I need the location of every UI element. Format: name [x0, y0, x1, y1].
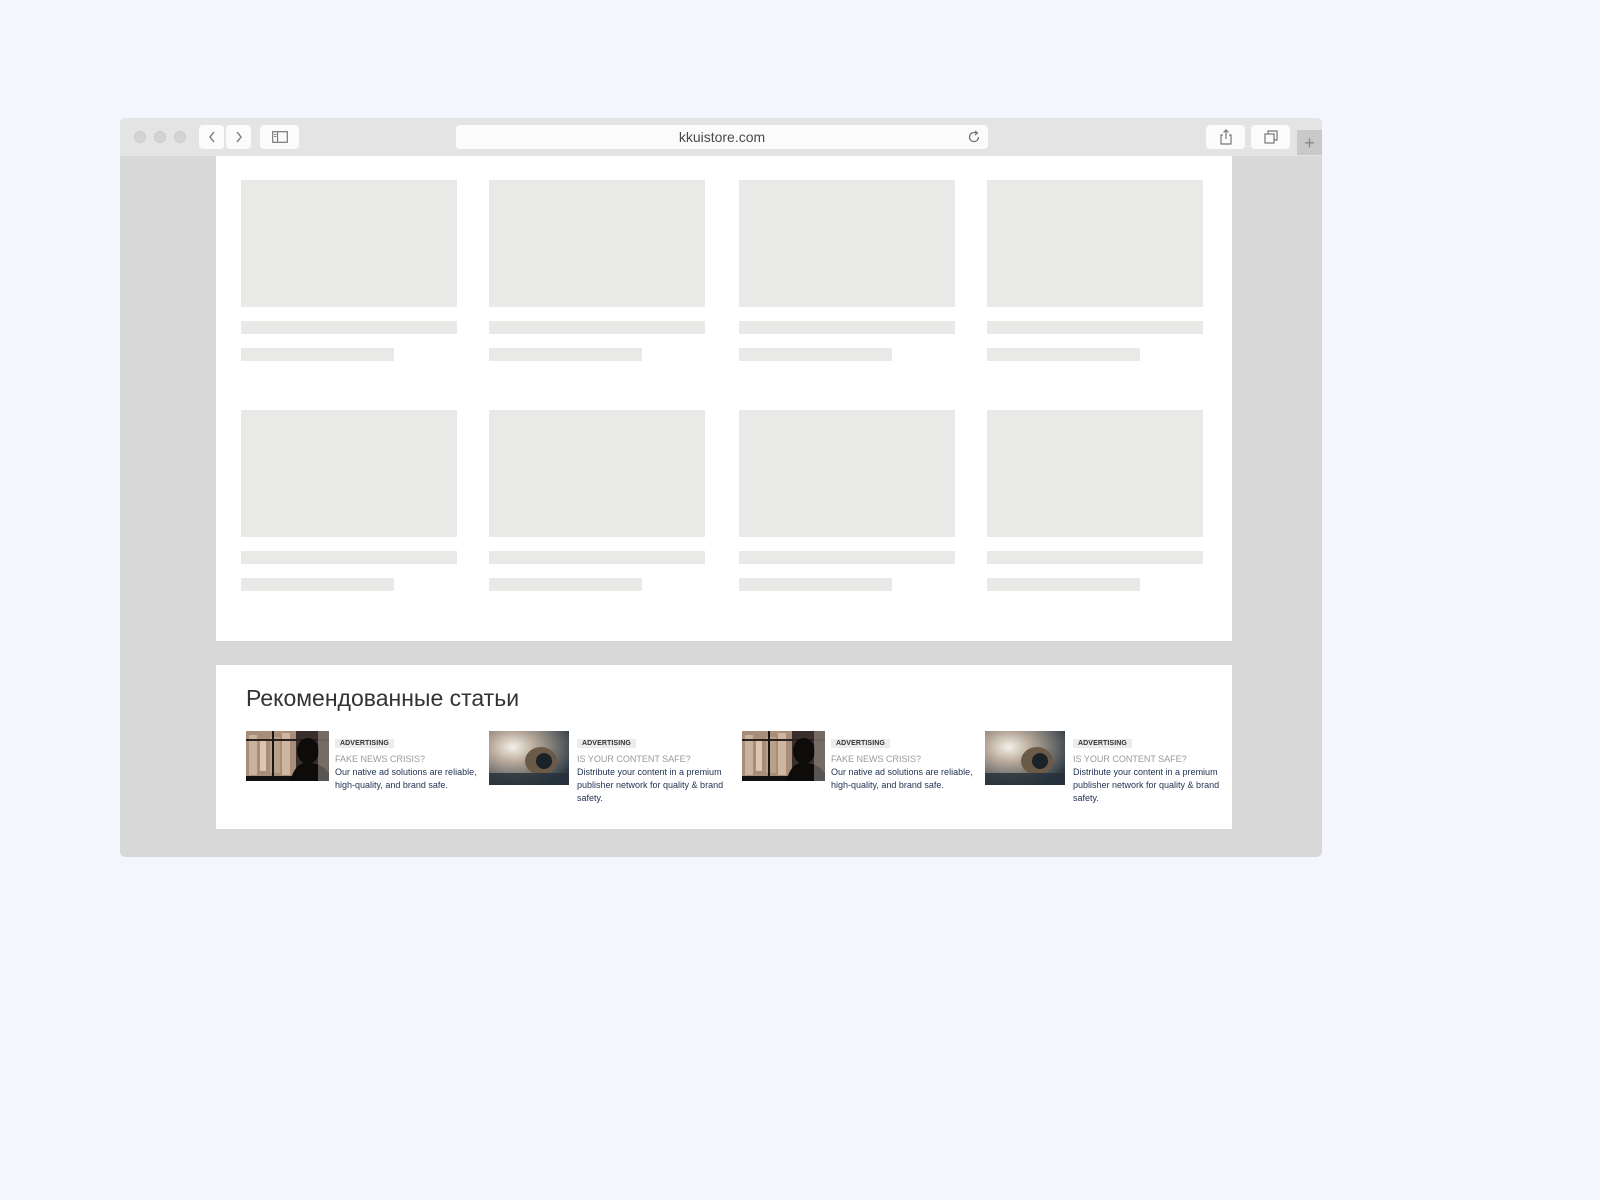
url-text: kkuistore.com	[678, 129, 766, 145]
product-price-placeholder	[241, 348, 394, 361]
product-title-placeholder	[489, 551, 705, 564]
camera-image	[985, 731, 1065, 785]
article-description[interactable]: Our native ad solutions are reliable, hi…	[831, 766, 981, 792]
product-price-placeholder	[489, 578, 642, 591]
recommended-article[interactable]: ADVERTISING FAKE NEWS CRISIS? Our native…	[742, 729, 974, 809]
product-image-placeholder	[739, 410, 955, 537]
product-title-placeholder	[739, 321, 955, 334]
product-price-placeholder	[987, 348, 1140, 361]
silhouette-image	[246, 731, 329, 781]
article-description[interactable]: Distribute your content in a premium pub…	[577, 766, 727, 805]
product-card-placeholder	[241, 410, 457, 591]
recommended-article[interactable]: ADVERTISING FAKE NEWS CRISIS? Our native…	[246, 729, 478, 809]
advertising-badge: ADVERTISING	[335, 739, 394, 748]
product-card-placeholder	[241, 180, 457, 361]
address-bar[interactable]: kkuistore.com	[456, 125, 988, 149]
advertising-badge: ADVERTISING	[1073, 739, 1132, 748]
product-grid-panel	[216, 156, 1232, 641]
product-title-placeholder	[987, 321, 1203, 334]
product-price-placeholder	[739, 578, 892, 591]
camera-image	[489, 731, 569, 785]
new-tab-button[interactable]: +	[1297, 130, 1322, 155]
tabs-overview-button[interactable]	[1251, 125, 1290, 149]
chevron-right-icon	[235, 131, 242, 143]
product-price-placeholder	[739, 348, 892, 361]
recommended-articles-panel: Рекомендованные статьи ADVERTISING FAKE …	[216, 665, 1232, 829]
product-image-placeholder	[241, 180, 457, 307]
sidebar-button[interactable]	[260, 125, 299, 149]
product-price-placeholder	[241, 578, 394, 591]
product-image-placeholder	[987, 180, 1203, 307]
product-price-placeholder	[987, 578, 1140, 591]
article-headline[interactable]: IS YOUR CONTENT SAFE?	[1073, 754, 1223, 764]
reload-icon[interactable]	[966, 129, 982, 145]
browser-window: kkuistore.com + Рекомендованные статьи A…	[120, 118, 1322, 857]
browser-toolbar: kkuistore.com +	[120, 118, 1322, 156]
product-card-placeholder	[987, 410, 1203, 591]
product-card-placeholder	[489, 180, 705, 361]
product-card-placeholder	[489, 410, 705, 591]
recommended-title: Рекомендованные статьи	[246, 685, 520, 711]
article-description[interactable]: Our native ad solutions are reliable, hi…	[335, 766, 485, 792]
forward-button[interactable]	[226, 125, 251, 149]
zoom-window-button[interactable]	[174, 131, 186, 143]
product-card-placeholder	[739, 180, 955, 361]
product-image-placeholder	[489, 410, 705, 537]
recommended-article[interactable]: ADVERTISING IS YOUR CONTENT SAFE? Distri…	[489, 729, 723, 809]
product-image-placeholder	[739, 180, 955, 307]
sidebar-icon	[271, 131, 288, 143]
advertising-badge: ADVERTISING	[577, 739, 636, 748]
article-headline[interactable]: FAKE NEWS CRISIS?	[335, 754, 485, 764]
product-price-placeholder	[489, 348, 642, 361]
product-card-placeholder	[739, 410, 955, 591]
share-icon	[1219, 129, 1232, 145]
silhouette-image	[742, 731, 825, 781]
close-window-button[interactable]	[134, 131, 146, 143]
share-button[interactable]	[1206, 125, 1245, 149]
advertising-badge: ADVERTISING	[831, 739, 890, 748]
chevron-left-icon	[208, 131, 215, 143]
tabs-icon	[1263, 130, 1278, 144]
minimize-window-button[interactable]	[154, 131, 166, 143]
product-title-placeholder	[489, 321, 705, 334]
product-image-placeholder	[241, 410, 457, 537]
article-description[interactable]: Distribute your content in a premium pub…	[1073, 766, 1223, 805]
product-title-placeholder	[241, 551, 457, 564]
plus-icon: +	[1304, 132, 1315, 153]
recommended-article[interactable]: ADVERTISING IS YOUR CONTENT SAFE? Distri…	[985, 729, 1219, 809]
article-headline[interactable]: IS YOUR CONTENT SAFE?	[577, 754, 727, 764]
back-button[interactable]	[199, 125, 224, 149]
product-card-placeholder	[987, 180, 1203, 361]
product-title-placeholder	[241, 321, 457, 334]
product-title-placeholder	[987, 551, 1203, 564]
article-headline[interactable]: FAKE NEWS CRISIS?	[831, 754, 981, 764]
product-image-placeholder	[489, 180, 705, 307]
product-title-placeholder	[739, 551, 955, 564]
product-image-placeholder	[987, 410, 1203, 537]
